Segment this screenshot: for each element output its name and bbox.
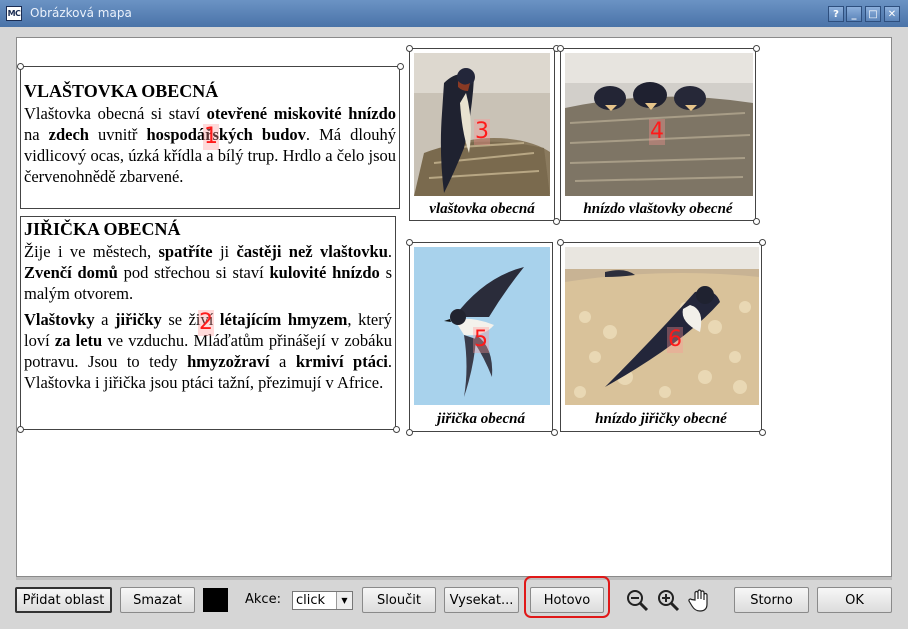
- image-map-canvas[interactable]: VLAŠTOVKA OBECNÁ Vlaštovka obecná si sta…: [16, 37, 892, 577]
- area-marker-4[interactable]: 4: [649, 119, 665, 145]
- paragraph-martin-1: Žije i ve městech, spatříte ji častěji n…: [24, 242, 393, 303]
- dropdown-arrow-icon[interactable]: ▼: [336, 592, 352, 609]
- heading-martin: JIŘIČKA OBECNÁ: [24, 219, 181, 239]
- maximize-button[interactable]: □: [865, 6, 881, 22]
- photo-card-swallow[interactable]: vlaštovka obecná 3: [409, 48, 555, 221]
- resize-handle[interactable]: [759, 239, 766, 246]
- app-icon: MC: [6, 6, 22, 21]
- caption-swallow-nest: hnízdo vlaštovky obecné: [583, 201, 733, 217]
- action-label: Akce:: [245, 592, 281, 607]
- resize-handle[interactable]: [406, 45, 413, 52]
- area-marker-6[interactable]: 6: [667, 327, 683, 353]
- martin-photo: [414, 247, 550, 405]
- resize-handle[interactable]: [759, 429, 766, 436]
- area-marker-5[interactable]: 5: [473, 327, 489, 353]
- caption-swallow: vlaštovka obecná: [429, 201, 535, 217]
- zoom-out-icon[interactable]: [624, 588, 650, 614]
- photo-card-swallow-nest[interactable]: hnízdo vlaštovky obecné 4: [560, 48, 756, 221]
- heading-swallow: VLAŠTOVKA OBECNÁ: [24, 81, 219, 101]
- cancel-button[interactable]: Storno: [734, 587, 809, 613]
- resize-handle[interactable]: [557, 45, 564, 52]
- photo-card-martin[interactable]: jiřička obecná 5: [409, 242, 553, 432]
- resize-handle[interactable]: [406, 239, 413, 246]
- minimize-button[interactable]: _: [846, 6, 862, 22]
- add-area-button[interactable]: Přidat oblast: [15, 587, 112, 613]
- cut-button[interactable]: Vysekat...: [444, 587, 519, 613]
- caption-martin-nest: hnízdo jiřičky obecné: [595, 411, 727, 427]
- close-button[interactable]: ✕: [884, 6, 900, 22]
- resize-handle[interactable]: [17, 426, 24, 433]
- horizontal-scrollbar[interactable]: [16, 577, 892, 580]
- color-picker[interactable]: [203, 588, 228, 612]
- caption-martin: jiřička obecná: [437, 411, 525, 427]
- resize-handle[interactable]: [397, 63, 404, 70]
- resize-handle[interactable]: [406, 429, 413, 436]
- resize-handle[interactable]: [753, 45, 760, 52]
- area-marker-2[interactable]: 2: [198, 310, 214, 336]
- zoom-in-icon[interactable]: [655, 588, 681, 614]
- highlight-box: [524, 576, 610, 618]
- hand-icon[interactable]: [687, 588, 713, 614]
- resize-handle[interactable]: [553, 218, 560, 225]
- delete-button[interactable]: Smazat: [120, 587, 195, 613]
- title-bar: MC Obrázková mapa ? _ □ ✕: [0, 0, 908, 27]
- photo-card-martin-nest[interactable]: hnízdo jiřičky obecné 6: [560, 242, 762, 432]
- help-button[interactable]: ?: [828, 6, 844, 22]
- resize-handle[interactable]: [753, 218, 760, 225]
- resize-handle[interactable]: [557, 239, 564, 246]
- area-marker-1[interactable]: 1: [203, 124, 219, 150]
- resize-handle[interactable]: [393, 426, 400, 433]
- merge-button[interactable]: Sloučit: [362, 587, 436, 613]
- resize-handle[interactable]: [17, 63, 24, 70]
- martin-nest-photo: [565, 247, 759, 405]
- action-select[interactable]: click ▼: [292, 591, 353, 610]
- ok-button[interactable]: OK: [817, 587, 892, 613]
- action-value: click: [296, 593, 326, 608]
- resize-handle[interactable]: [551, 429, 558, 436]
- area-marker-3[interactable]: 3: [474, 119, 490, 145]
- window-title: Obrázková mapa: [30, 6, 132, 20]
